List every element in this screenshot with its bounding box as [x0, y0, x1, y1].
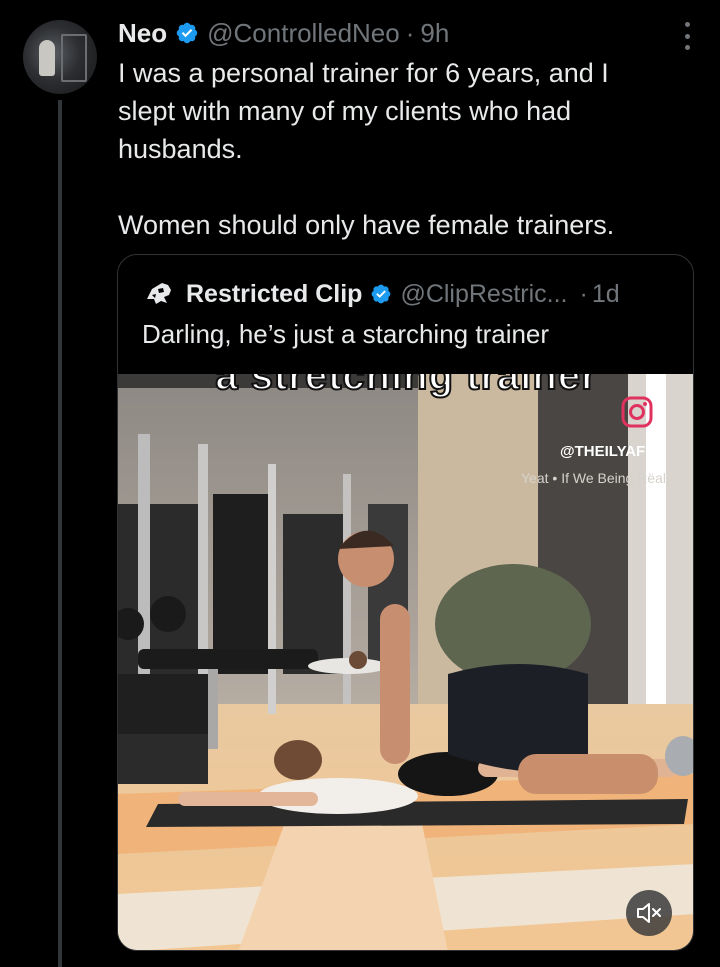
instagram-icon: [621, 396, 653, 428]
quote-avatar: [147, 283, 171, 304]
user-handle[interactable]: @ControlledNeo: [207, 18, 400, 49]
separator-dot: ·: [405, 17, 415, 48]
avatar[interactable]: [23, 20, 97, 94]
video-watermark-music: Yeat • If We Being Rëal: [521, 470, 666, 486]
quote-handle[interactable]: @ClipRestric...: [400, 280, 567, 309]
quote-timestamp[interactable]: 1d: [592, 280, 620, 309]
quote-text: Darling, he’s just a starching trainer: [142, 319, 550, 349]
verified-badge-icon: [372, 284, 391, 304]
tweet-text: I was a personal trainer for 6 years, an…: [118, 58, 615, 240]
tweet-header: Neo @ControlledNeo · 9h: [118, 16, 449, 50]
video-caption: a stretching trainer: [214, 374, 598, 399]
timeline-view: Neo @ControlledNeo · 9h I was a personal…: [0, 0, 720, 967]
separator-dot: ·: [579, 279, 588, 308]
verified-badge-icon: [176, 22, 198, 44]
video-frame: [118, 374, 693, 950]
more-options-icon[interactable]: [682, 22, 692, 50]
display-name[interactable]: Neo: [118, 18, 167, 49]
video-player[interactable]: a stretching trainer @THEILYAFIT Yeat • …: [118, 374, 693, 950]
volume-muted-icon[interactable]: [626, 890, 672, 936]
thread-line: [58, 100, 62, 967]
video-watermark-handle: @THEILYAFIT: [560, 443, 659, 460]
quote-header: Restricted Clip @ClipRestric... · 1d: [142, 277, 620, 311]
timestamp[interactable]: 9h: [420, 18, 449, 49]
quote-display-name[interactable]: Restricted Clip: [186, 280, 362, 309]
quoted-tweet[interactable]: Restricted Clip @ClipRestric... · 1d Dar…: [117, 254, 694, 951]
